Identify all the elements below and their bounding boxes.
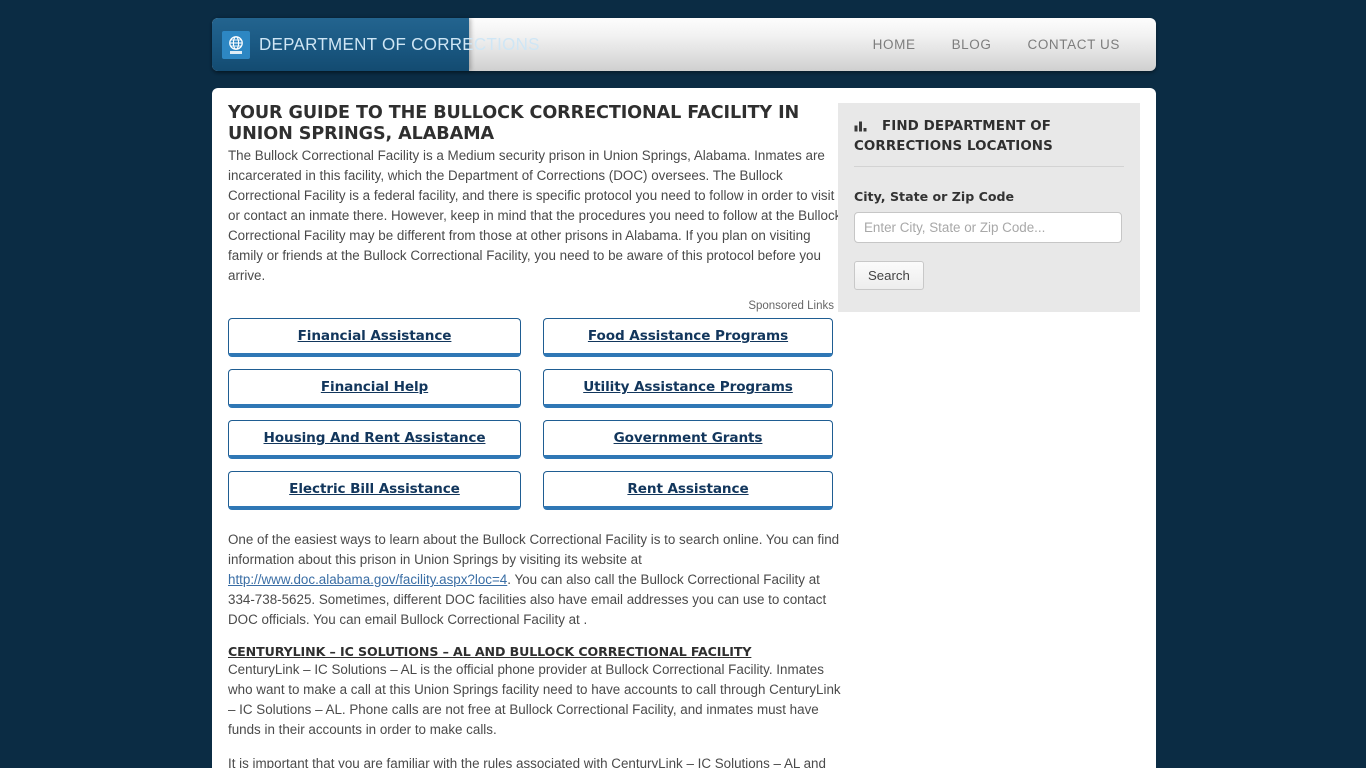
brand-title: DEPARTMENT OF CORRECTIONS (259, 34, 540, 54)
bar-chart-icon (854, 119, 868, 137)
main-column: YOUR GUIDE TO THE BULLOCK CORRECTIONAL F… (228, 103, 842, 768)
nav-item-blog[interactable]: BLOG (934, 18, 1010, 71)
ad-button-government-grants[interactable]: Government Grants (543, 420, 833, 460)
sponsored-links-grid: Financial Assistance Food Assistance Pro… (228, 318, 842, 511)
globe-icon (222, 30, 250, 59)
phone-provider-paragraph: CenturyLink – IC Solutions – AL is the o… (228, 662, 841, 738)
widget-header: FIND DEPARTMENT OF CORRECTIONS LOCATIONS (854, 117, 1124, 168)
page-title: YOUR GUIDE TO THE BULLOCK CORRECTIONAL F… (228, 103, 800, 144)
search-field-label: City, State or Zip Code (854, 189, 1015, 205)
sidebar-find-locations-widget: FIND DEPARTMENT OF CORRECTIONS LOCATIONS… (838, 103, 1140, 313)
site-header: DEPARTMENT OF CORRECTIONS HOME BLOG CONT… (212, 18, 1156, 71)
content-panel: YOUR GUIDE TO THE BULLOCK CORRECTIONAL F… (212, 88, 1156, 768)
search-button[interactable]: Search (854, 261, 924, 291)
ad-button-financial-assistance[interactable]: Financial Assistance (228, 318, 521, 358)
ad-button-housing-and-rent-assistance[interactable]: Housing And Rent Assistance (228, 420, 521, 460)
ad-button-electric-bill-assistance[interactable]: Electric Bill Assistance (228, 471, 521, 511)
widget-title: FIND DEPARTMENT OF CORRECTIONS LOCATIONS (854, 119, 1053, 154)
nav-item-contact-us[interactable]: CONTACT US (1009, 18, 1138, 71)
intro-paragraph: The Bullock Correctional Facility is a M… (228, 148, 842, 284)
facility-website-link[interactable]: http://www.doc.alabama.gov/facility.aspx… (228, 572, 507, 587)
sponsored-links-label: Sponsored Links (748, 300, 834, 313)
rules-paragraph: It is important that you are familiar wi… (228, 756, 826, 768)
ad-button-rent-assistance[interactable]: Rent Assistance (543, 471, 833, 511)
main-nav: HOME BLOG CONTACT US (855, 18, 1138, 71)
phone-provider-heading: CENTURYLINK – IC SOLUTIONS – AL AND BULL… (228, 644, 752, 660)
page-root: DEPARTMENT OF CORRECTIONS HOME BLOG CONT… (0, 0, 1366, 768)
search-online-paragraph: One of the easiest ways to learn about t… (228, 530, 842, 630)
ad-button-financial-help[interactable]: Financial Help (228, 369, 521, 409)
search-online-text-pre: One of the easiest ways to learn about t… (228, 532, 840, 568)
brand-block[interactable]: DEPARTMENT OF CORRECTIONS (212, 18, 539, 71)
ad-button-utility-assistance-programs[interactable]: Utility Assistance Programs (543, 369, 833, 409)
ad-button-food-assistance-programs[interactable]: Food Assistance Programs (543, 318, 833, 358)
location-search-input[interactable] (854, 212, 1122, 244)
nav-item-home[interactable]: HOME (855, 18, 934, 71)
